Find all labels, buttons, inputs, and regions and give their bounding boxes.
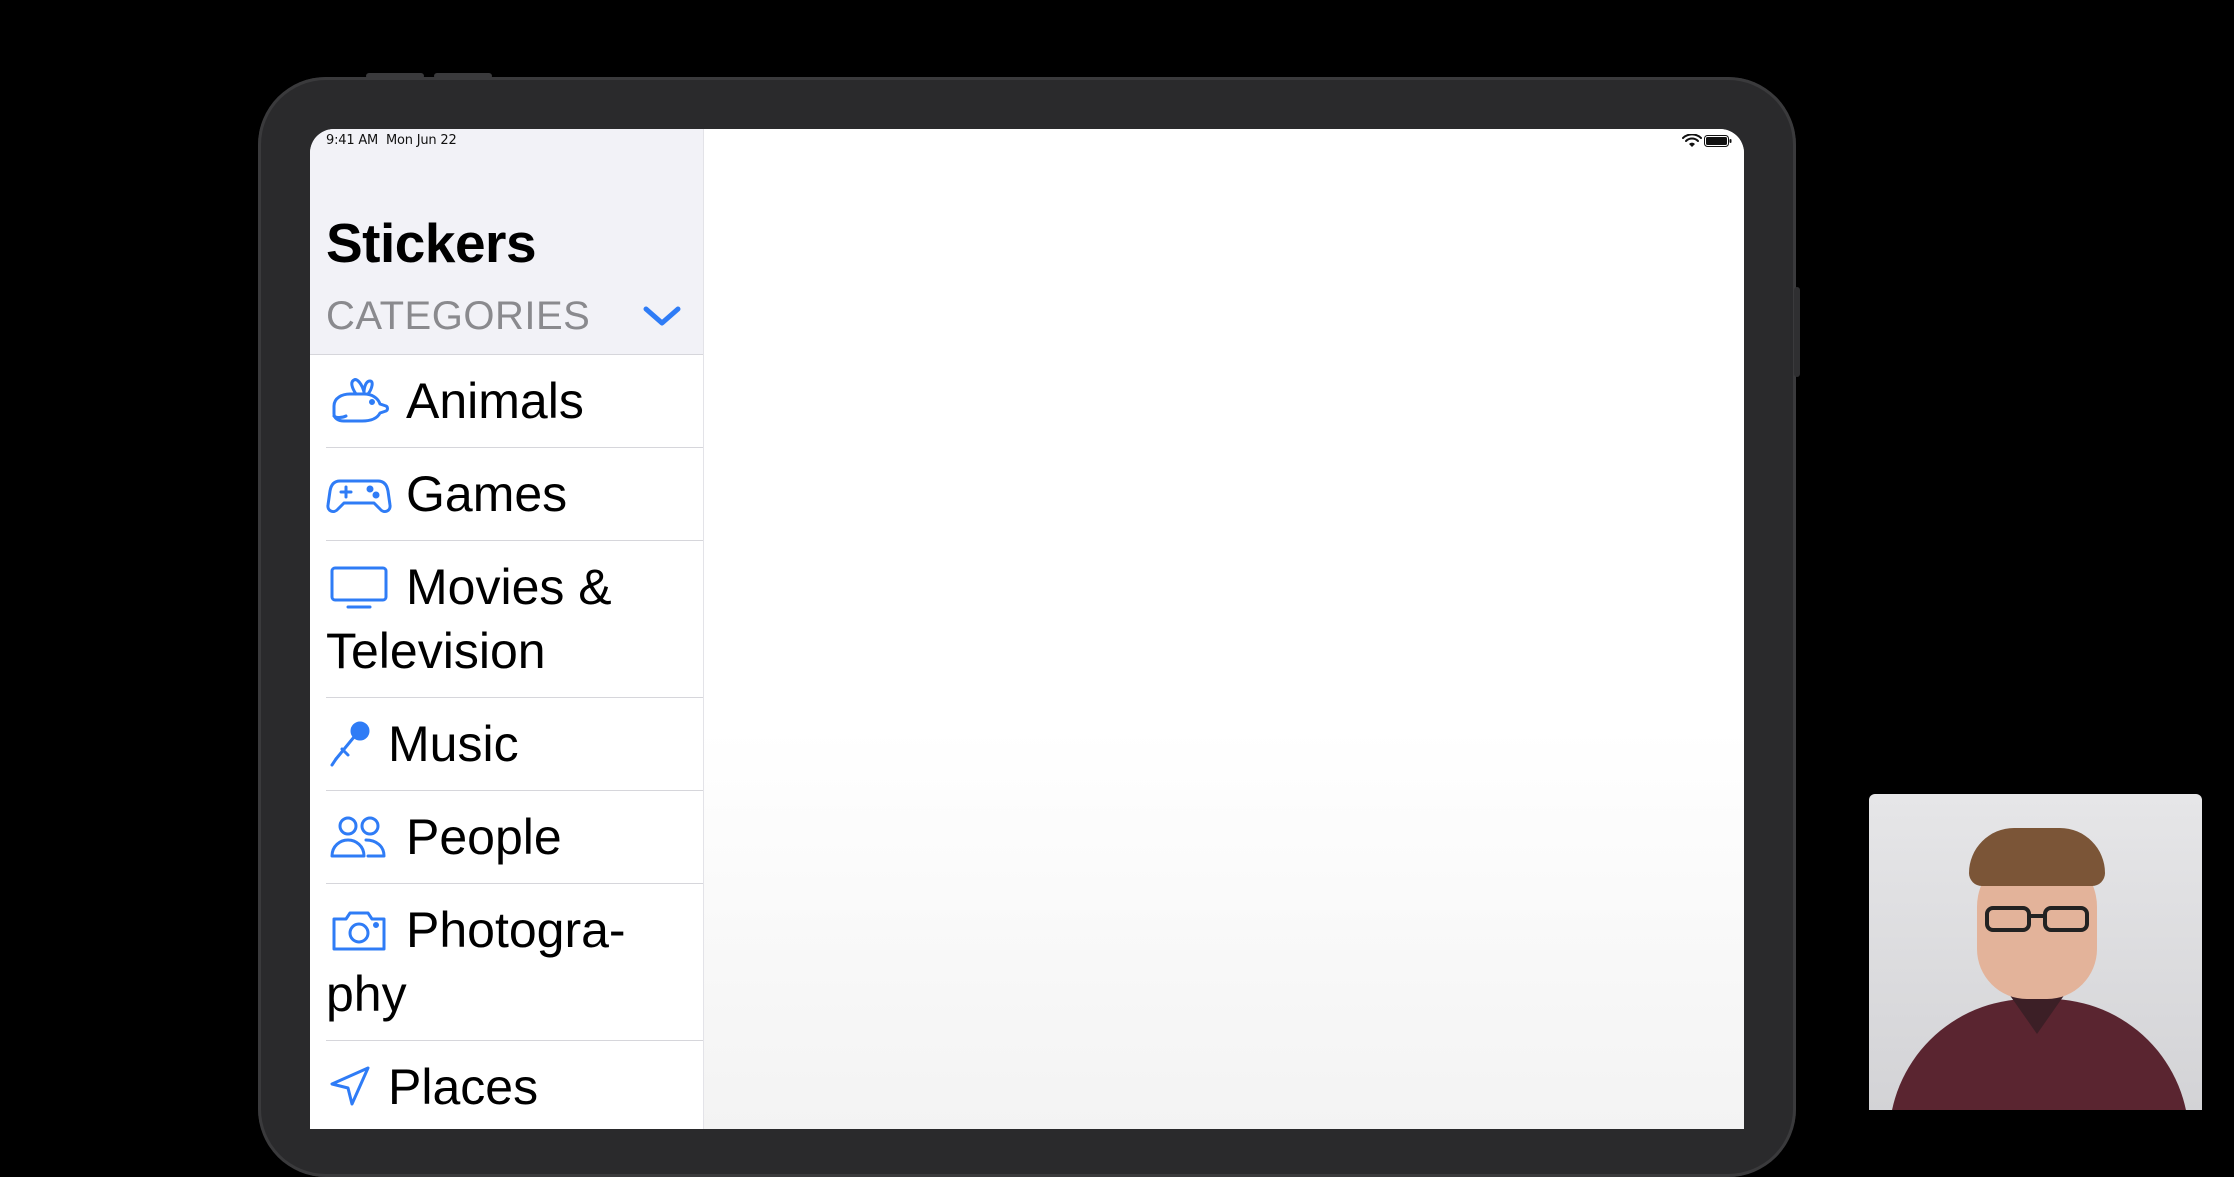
volume-button — [434, 73, 492, 79]
battery-icon — [1704, 135, 1732, 147]
gamecontroller-icon — [326, 469, 392, 519]
status-bar: 9:41 AM Mon Jun 22 — [310, 129, 1744, 153]
list-item-games[interactable]: Games — [326, 448, 703, 541]
glasses-icon — [1985, 906, 2089, 932]
volume-button — [366, 73, 424, 79]
list-item-label: Places — [388, 1059, 539, 1115]
microphone-icon — [326, 719, 374, 769]
status-date: Mon Jun 22 — [386, 133, 457, 148]
presenter-video-inset — [1869, 794, 2202, 1110]
list-item-photography[interactable]: Photogra-phy — [326, 884, 703, 1041]
list-item-places[interactable]: Places — [326, 1041, 703, 1129]
side-button — [1794, 287, 1800, 377]
page-title: Stickers — [326, 212, 537, 274]
chevron-down-icon[interactable] — [640, 301, 684, 331]
category-list: Animals Games Movies & Television Music … — [310, 354, 703, 1129]
presenter-hair — [1969, 828, 2105, 886]
ipad-screen: Stickers CATEGORIES Animals Games Movies… — [310, 129, 1744, 1129]
camera-icon — [326, 905, 392, 955]
status-time: 9:41 AM — [326, 133, 379, 148]
list-item-people[interactable]: People — [326, 791, 703, 884]
section-header-categories: CATEGORIES — [326, 294, 591, 338]
detail-content-area — [703, 129, 1744, 1129]
list-item-label: Games — [406, 466, 568, 522]
list-item-label: Animals — [406, 373, 584, 429]
wifi-icon — [1682, 134, 1702, 147]
list-item-music[interactable]: Music — [326, 698, 703, 791]
list-item-label: People — [406, 809, 562, 865]
people-icon — [326, 812, 392, 862]
location-arrow-icon — [326, 1062, 374, 1112]
list-item-label: Music — [388, 716, 519, 772]
sidebar: Stickers CATEGORIES Animals Games Movies… — [310, 129, 704, 1129]
rabbit-icon — [326, 376, 392, 426]
tv-icon — [326, 562, 392, 612]
list-item-movies-television[interactable]: Movies & Television — [326, 541, 703, 698]
list-item-animals[interactable]: Animals — [326, 355, 703, 448]
